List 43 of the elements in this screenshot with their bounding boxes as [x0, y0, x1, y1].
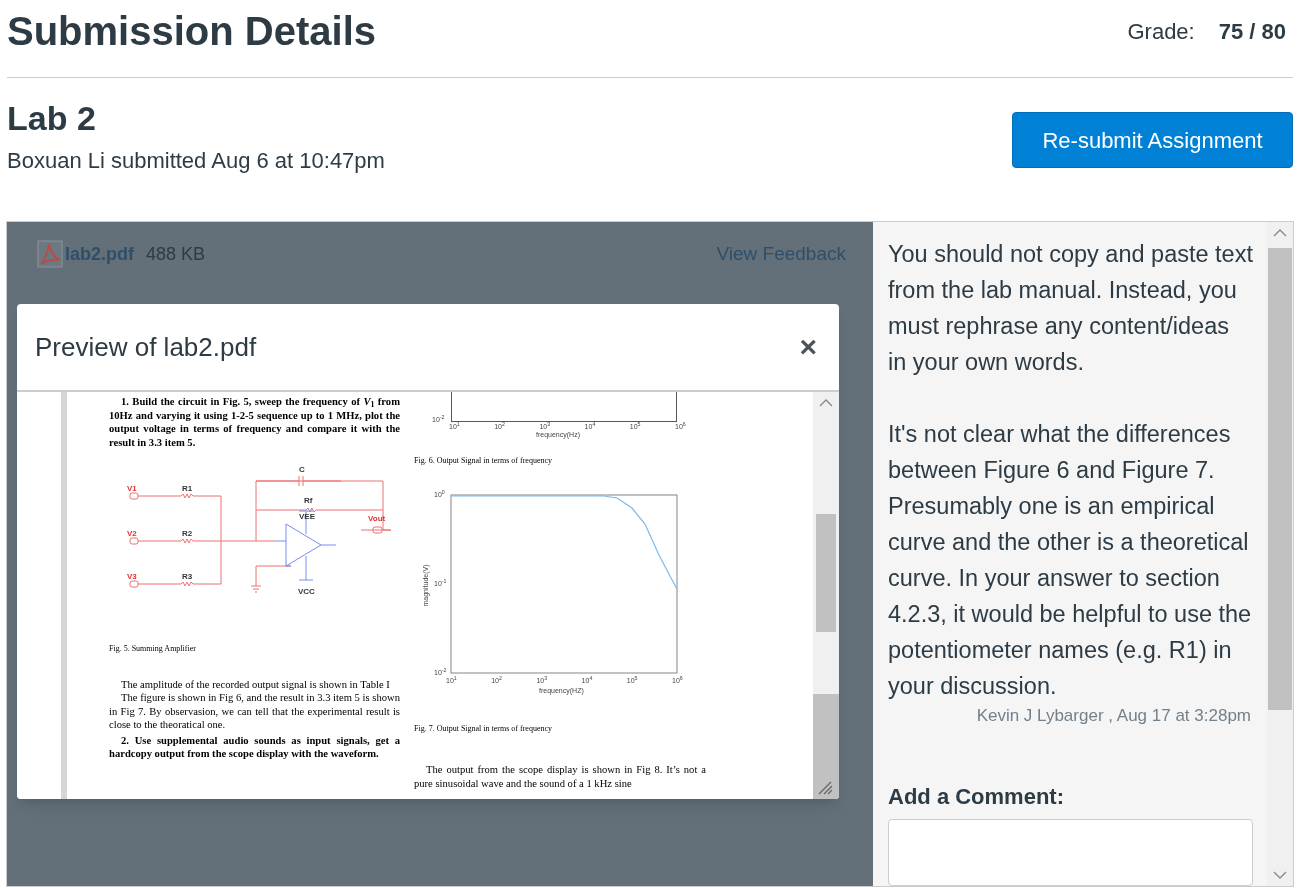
scrollbar-thumb[interactable]	[1268, 248, 1292, 710]
scroll-up-icon[interactable]	[1273, 228, 1287, 237]
circuit-label: V3	[127, 572, 137, 581]
resize-handle-icon[interactable]	[817, 781, 833, 795]
resubmit-button[interactable]: Re-submit Assignment	[1012, 112, 1293, 168]
page-title: Submission Details	[7, 8, 376, 55]
add-comment-label: Add a Comment:	[888, 783, 1065, 811]
scrollbar-thumb[interactable]	[813, 694, 839, 799]
document-paragraph: 1. Build the circuit in Fig. 5, sweep the frequency of V$_{1}$ from 10Hz and varying it using 1-2-5 sequence up to 1 MHz, plot the output voltage in terms of frequency and compare it with the result in 3.3 item 5.	[109, 395, 400, 449]
circuit-label: Rf	[304, 496, 313, 505]
document-paragraph: The output from the scope display is shown in Fig 8. It’s not a pure sinusoidal wave and the sound of a 1 kHz sine	[414, 763, 706, 790]
assignment-title: Lab 2	[7, 98, 97, 138]
circuit-label: R3	[182, 572, 193, 581]
circuit-label: Vout	[368, 514, 386, 523]
scrollbar[interactable]	[813, 392, 839, 799]
figure-caption: Fig. 6. Output Signal in terms of frequency	[414, 455, 553, 467]
circuit-label: V1	[127, 484, 137, 493]
pdf-icon	[37, 240, 63, 269]
dialog-title: Preview of lab2.pdf	[35, 330, 257, 364]
document-paragraph: The amplitude of the recorded output signal is shown in Table I	[120, 677, 391, 691]
circuit-label: R2	[182, 529, 193, 538]
scroll-up-icon[interactable]	[819, 398, 833, 407]
circuit-label: VEE	[299, 512, 315, 521]
op-amp-symbol	[275, 510, 337, 581]
grade-label: Grade:	[1127, 17, 1195, 46]
circuit-label: R1	[182, 484, 193, 493]
comment-text: It's not clear what the differences between Figure 6 and Figure 7. Presumably one is an empirical curve and the other is a theoretical curve. In your answer to section 4.2.3, it would be helpful to use the potentiometer names (e.g. R1) in your discussion.	[888, 420, 1253, 701]
figure-caption: Fig. 5. Summing Amplifier	[109, 643, 197, 655]
scrollbar[interactable]	[1267, 222, 1293, 886]
document-paragraph: 2. Use supplemental audio sounds as input signals, get a hardcopy output from the scope display with the waveform.	[109, 733, 400, 761]
comment-text: You should not copy and paste text from the lab manual. Instead, you must rephrase any content/ideas in your own words.	[888, 240, 1253, 377]
comment-author: Kevin J Lybarger , Aug 17 at 3:28pm	[975, 705, 1252, 727]
circuit-label: V2	[127, 529, 137, 538]
close-button[interactable]: ×	[799, 332, 817, 362]
submission-info: Boxuan Li submitted Aug 6 at 10:47pm	[7, 147, 385, 175]
circuit-label: C	[299, 466, 305, 474]
figure-caption: Fig. 7. Output Signal in terms of frequency	[414, 722, 553, 735]
scroll-down-icon[interactable]	[1273, 871, 1287, 880]
document-paragraph: The figure is shown in Fig 6, and the result in 3.3 item 5 is shown in Fig 7. By observasion, we can tell that the experimental result is close to the theoratical one.	[109, 691, 400, 732]
grade-value: 75 / 80	[1218, 17, 1286, 46]
comment-input[interactable]	[888, 819, 1253, 886]
scrollbar-thumb[interactable]	[816, 514, 836, 632]
circuit-label: VCC	[298, 587, 315, 596]
